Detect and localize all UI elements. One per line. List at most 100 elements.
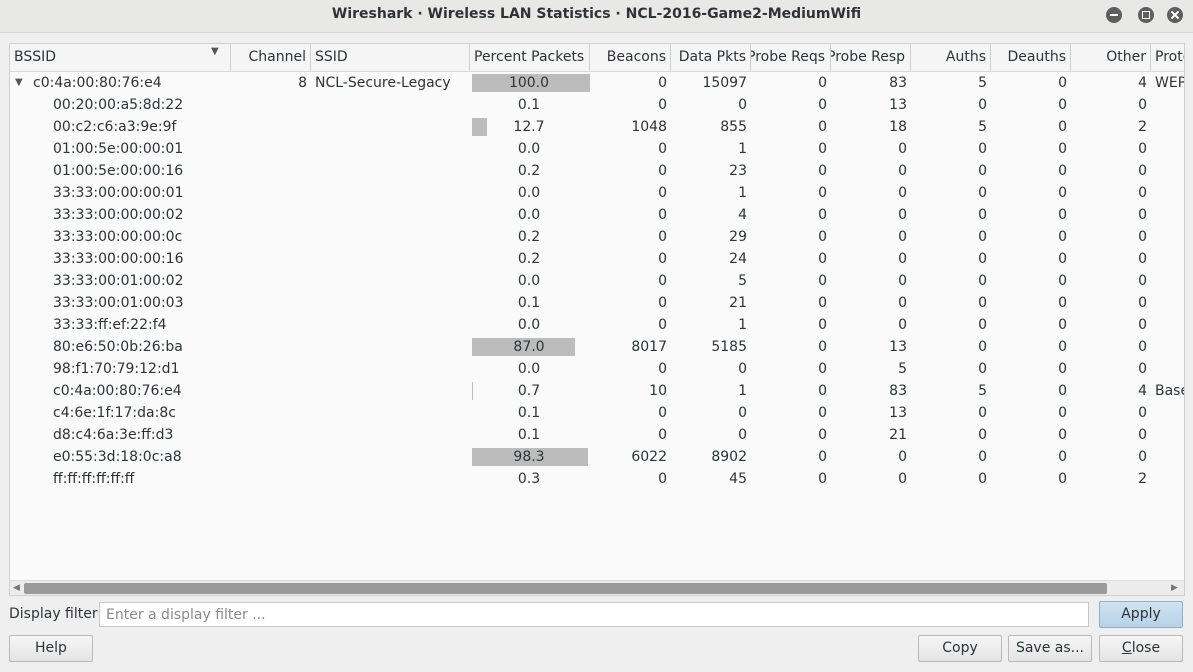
- percent-packets-cell: 0.0: [470, 138, 590, 160]
- table-row[interactable]: 33:33:00:00:00:02 0.0 0 4 0 0 0 0 0: [10, 204, 1184, 226]
- deauths-cell: 0: [1058, 141, 1067, 157]
- table-row[interactable]: 33:33:00:01:00:02 0.0 0 5 0 0 0 0 0: [10, 270, 1184, 292]
- other-cell: 0: [1138, 185, 1147, 201]
- table-row[interactable]: c4:6e:1f:17:da:8c 0.1 0 0 0 13 0 0 0: [10, 402, 1184, 424]
- percent-text: 0.0: [517, 273, 541, 289]
- column-header-ssid[interactable]: SSID: [311, 44, 470, 71]
- table-row[interactable]: 33:33:00:00:00:01 0.0 0 1 0 0 0 0 0: [10, 182, 1184, 204]
- percent-text: 12.7: [513, 119, 545, 135]
- maximize-icon[interactable]: [1138, 7, 1154, 23]
- bssid-text: d8:c4:6a:3e:ff:d3: [53, 427, 174, 443]
- column-header-deauths[interactable]: Deauths: [991, 44, 1071, 71]
- protection-cell: [1151, 424, 1184, 446]
- column-header-protection[interactable]: Protection: [1151, 44, 1184, 71]
- column-header-bssid[interactable]: BSSID: [10, 44, 231, 71]
- percent-packets-cell: 0.1: [470, 292, 590, 314]
- auths-cell: 0: [978, 317, 987, 333]
- scrollbar-thumb[interactable]: [24, 583, 1107, 594]
- wlan-stats-tree[interactable]: BSSID Channel SSID Percent Packets Beacons Da…: [9, 43, 1185, 596]
- percent-packets-cell: 0.1: [470, 94, 590, 116]
- other-cell: 0: [1138, 97, 1147, 113]
- bssid-cell: 01:00:5e:00:00:01: [10, 138, 231, 160]
- scroll-right-icon[interactable]: ▶: [1171, 581, 1178, 595]
- probe-resp-cell: 0: [898, 229, 907, 245]
- protection-cell: [1151, 270, 1184, 292]
- beacons-cell: 0: [658, 75, 667, 91]
- display-filter-input[interactable]: [99, 602, 1089, 627]
- table-row[interactable]: c0:4a:00:80:76:e40.7101083504Base: [10, 380, 1184, 402]
- table-row[interactable]: 01:00:5e:00:00:01 0.0 0 1 0 0 0 0 0: [10, 138, 1184, 160]
- table-row[interactable]: 33:33:ff:ef:22:f4 0.0 0 1 0 0 0 0 0: [10, 314, 1184, 336]
- channel-cell: [231, 402, 311, 424]
- column-header-channel[interactable]: Channel: [231, 44, 311, 71]
- table-row[interactable]: 80:e6:50:0b:26:ba 87.0 8017 5185 0 13 0 0 0: [10, 336, 1184, 358]
- help-button[interactable]: Help: [9, 635, 93, 662]
- table-row[interactable]: d8:c4:6a:3e:ff:d3 0.1 0 0 0 21 0 0 0: [10, 424, 1184, 446]
- column-header-percent[interactable]: Percent Packets: [470, 44, 590, 71]
- other-cell: 0: [1138, 251, 1147, 267]
- column-header-probe-req[interactable]: Probe Reqs: [751, 44, 831, 71]
- table-row[interactable]: ▼ c0:4a:00:80:76:e4 8 NCL-Secure-Legacy 100.…: [10, 72, 1184, 94]
- column-header-probe-resp[interactable]: Probe Resp: [831, 44, 911, 71]
- protection-cell: [1151, 468, 1184, 490]
- bssid-cell: c4:6e:1f:17:da:8c: [10, 402, 231, 424]
- percent-text: 0.0: [517, 207, 541, 223]
- table-row[interactable]: 33:33:00:00:00:0c 0.2 0 29 0 0 0 0 0: [10, 226, 1184, 248]
- bssid-cell: 33:33:ff:ef:22:f4: [10, 314, 231, 336]
- bssid-text: ff:ff:ff:ff:ff:ff: [53, 471, 135, 487]
- probe-resp-cell: 13: [889, 97, 907, 113]
- probe-req-cell: 0: [818, 207, 827, 223]
- bssid-cell: 33:33:00:00:00:0c: [10, 226, 231, 248]
- beacons-cell: 0: [658, 317, 667, 333]
- expander-icon[interactable]: ▼: [15, 72, 23, 94]
- horizontal-scrollbar[interactable]: ◀ ▶: [10, 580, 1184, 595]
- other-cell: 0: [1138, 405, 1147, 421]
- table-row[interactable]: 98:f1:70:79:12:d1 0.0 0 0 0 5 0 0 0: [10, 358, 1184, 380]
- save-as-button[interactable]: Save as...: [1008, 635, 1092, 662]
- data-cell: 0: [738, 427, 747, 443]
- bssid-text: 01:00:5e:00:00:01: [53, 141, 184, 157]
- table-row[interactable]: 01:00:5e:00:00:16 0.2 0 23 0 0 0 0 0: [10, 160, 1184, 182]
- table-row[interactable]: ff:ff:ff:ff:ff:ff 0.3 0 45 0 0 0 0 2: [10, 468, 1184, 490]
- column-header-other[interactable]: Other: [1071, 44, 1151, 71]
- other-cell: 2: [1138, 119, 1147, 135]
- table-row[interactable]: 00:c2:c6:a3:9e:9f 12.7 1048 855 0 18 5 0 2: [10, 116, 1184, 138]
- percent-text: 0.1: [517, 97, 541, 113]
- table-row[interactable]: 00:20:00:a5:8d:22 0.1 0 0 0 13 0 0 0: [10, 94, 1184, 116]
- probe-resp-cell: 0: [898, 207, 907, 223]
- column-header-data[interactable]: Data Pkts: [671, 44, 751, 71]
- protection-cell: Base: [1155, 383, 1184, 399]
- apply-button[interactable]: Apply: [1099, 601, 1183, 628]
- data-cell: 0: [738, 97, 747, 113]
- auths-cell: 0: [978, 405, 987, 421]
- probe-req-cell: 0: [818, 383, 827, 399]
- beacons-cell: 0: [658, 361, 667, 377]
- table-row[interactable]: 33:33:00:00:00:16 0.2 0 24 0 0 0 0 0: [10, 248, 1184, 270]
- column-header-beacons[interactable]: Beacons: [590, 44, 671, 71]
- deauths-cell: 0: [1058, 339, 1067, 355]
- bssid-cell: 00:20:00:a5:8d:22: [10, 94, 231, 116]
- column-header-auths[interactable]: Auths: [911, 44, 991, 71]
- minimize-icon[interactable]: [1106, 7, 1122, 23]
- protection-cell: [1151, 160, 1184, 182]
- percent-text: 0.0: [517, 317, 541, 333]
- ssid-cell: [311, 402, 470, 424]
- table-row[interactable]: e0:55:3d:18:0c:a8 98.3 6022 8902 0 0 0 0 0: [10, 446, 1184, 468]
- deauths-cell: 0: [1058, 97, 1067, 113]
- percent-packets-cell: 0.1: [470, 402, 590, 424]
- ssid-cell: [311, 116, 470, 138]
- bssid-cell: 80:e6:50:0b:26:ba: [10, 336, 231, 358]
- percent-packets-cell: 12.7: [470, 116, 590, 138]
- protection-cell: [1151, 182, 1184, 204]
- bssid-text: 33:33:00:01:00:03: [53, 295, 184, 311]
- close-window-icon[interactable]: [1167, 7, 1183, 23]
- scroll-left-icon[interactable]: ◀: [13, 581, 20, 595]
- table-row[interactable]: 33:33:00:01:00:03 0.1 0 21 0 0 0 0 0: [10, 292, 1184, 314]
- percent-packets-cell: 0.2: [470, 226, 590, 248]
- percent-text: 0.2: [517, 163, 541, 179]
- close-button[interactable]: Close: [1099, 635, 1183, 662]
- beacons-cell: 6022: [631, 449, 667, 465]
- probe-resp-cell: 21: [889, 427, 907, 443]
- ssid-cell: [311, 94, 470, 116]
- copy-button[interactable]: Copy: [918, 635, 1002, 662]
